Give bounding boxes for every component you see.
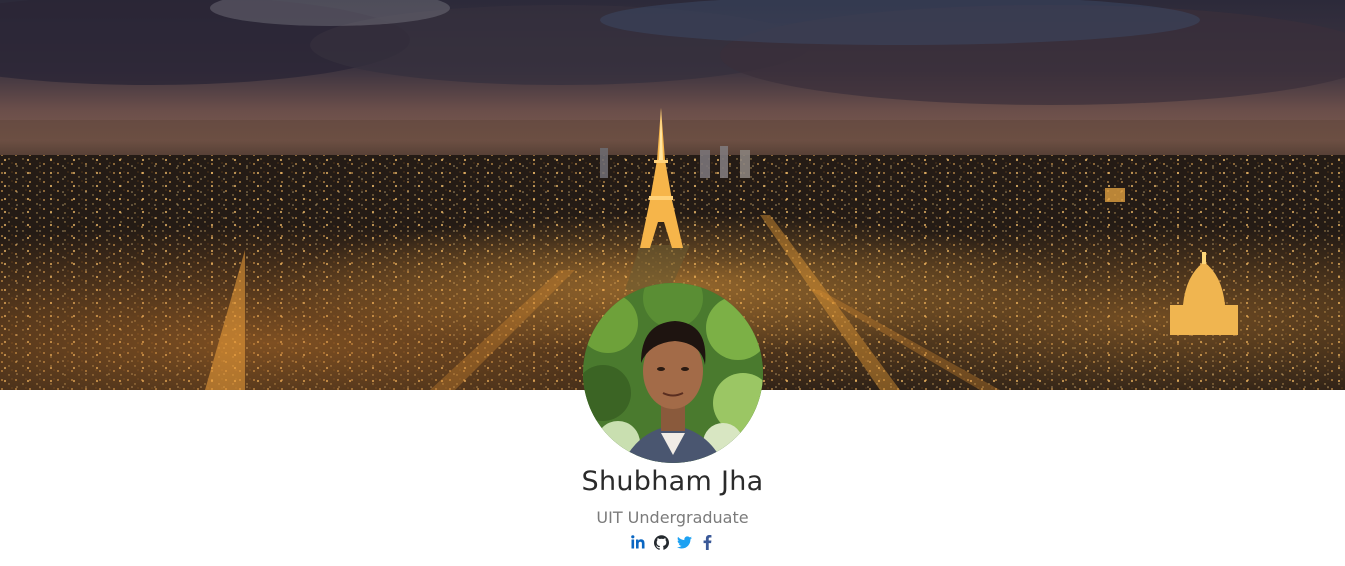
social-links [0, 533, 1345, 551]
twitter-icon [676, 535, 692, 548]
linkedin-icon [631, 535, 645, 549]
linkedin-link[interactable] [630, 534, 646, 550]
profile-subtitle: UIT Undergraduate [596, 508, 749, 527]
twitter-link[interactable] [676, 534, 692, 550]
github-icon [653, 534, 669, 550]
facebook-icon [703, 534, 711, 550]
profile-page: Shubham Jha UIT Undergraduate [0, 0, 1345, 566]
profile-avatar [583, 283, 763, 463]
facebook-link[interactable] [699, 534, 715, 550]
github-link[interactable] [653, 534, 669, 550]
profile-name: Shubham Jha [581, 466, 764, 497]
